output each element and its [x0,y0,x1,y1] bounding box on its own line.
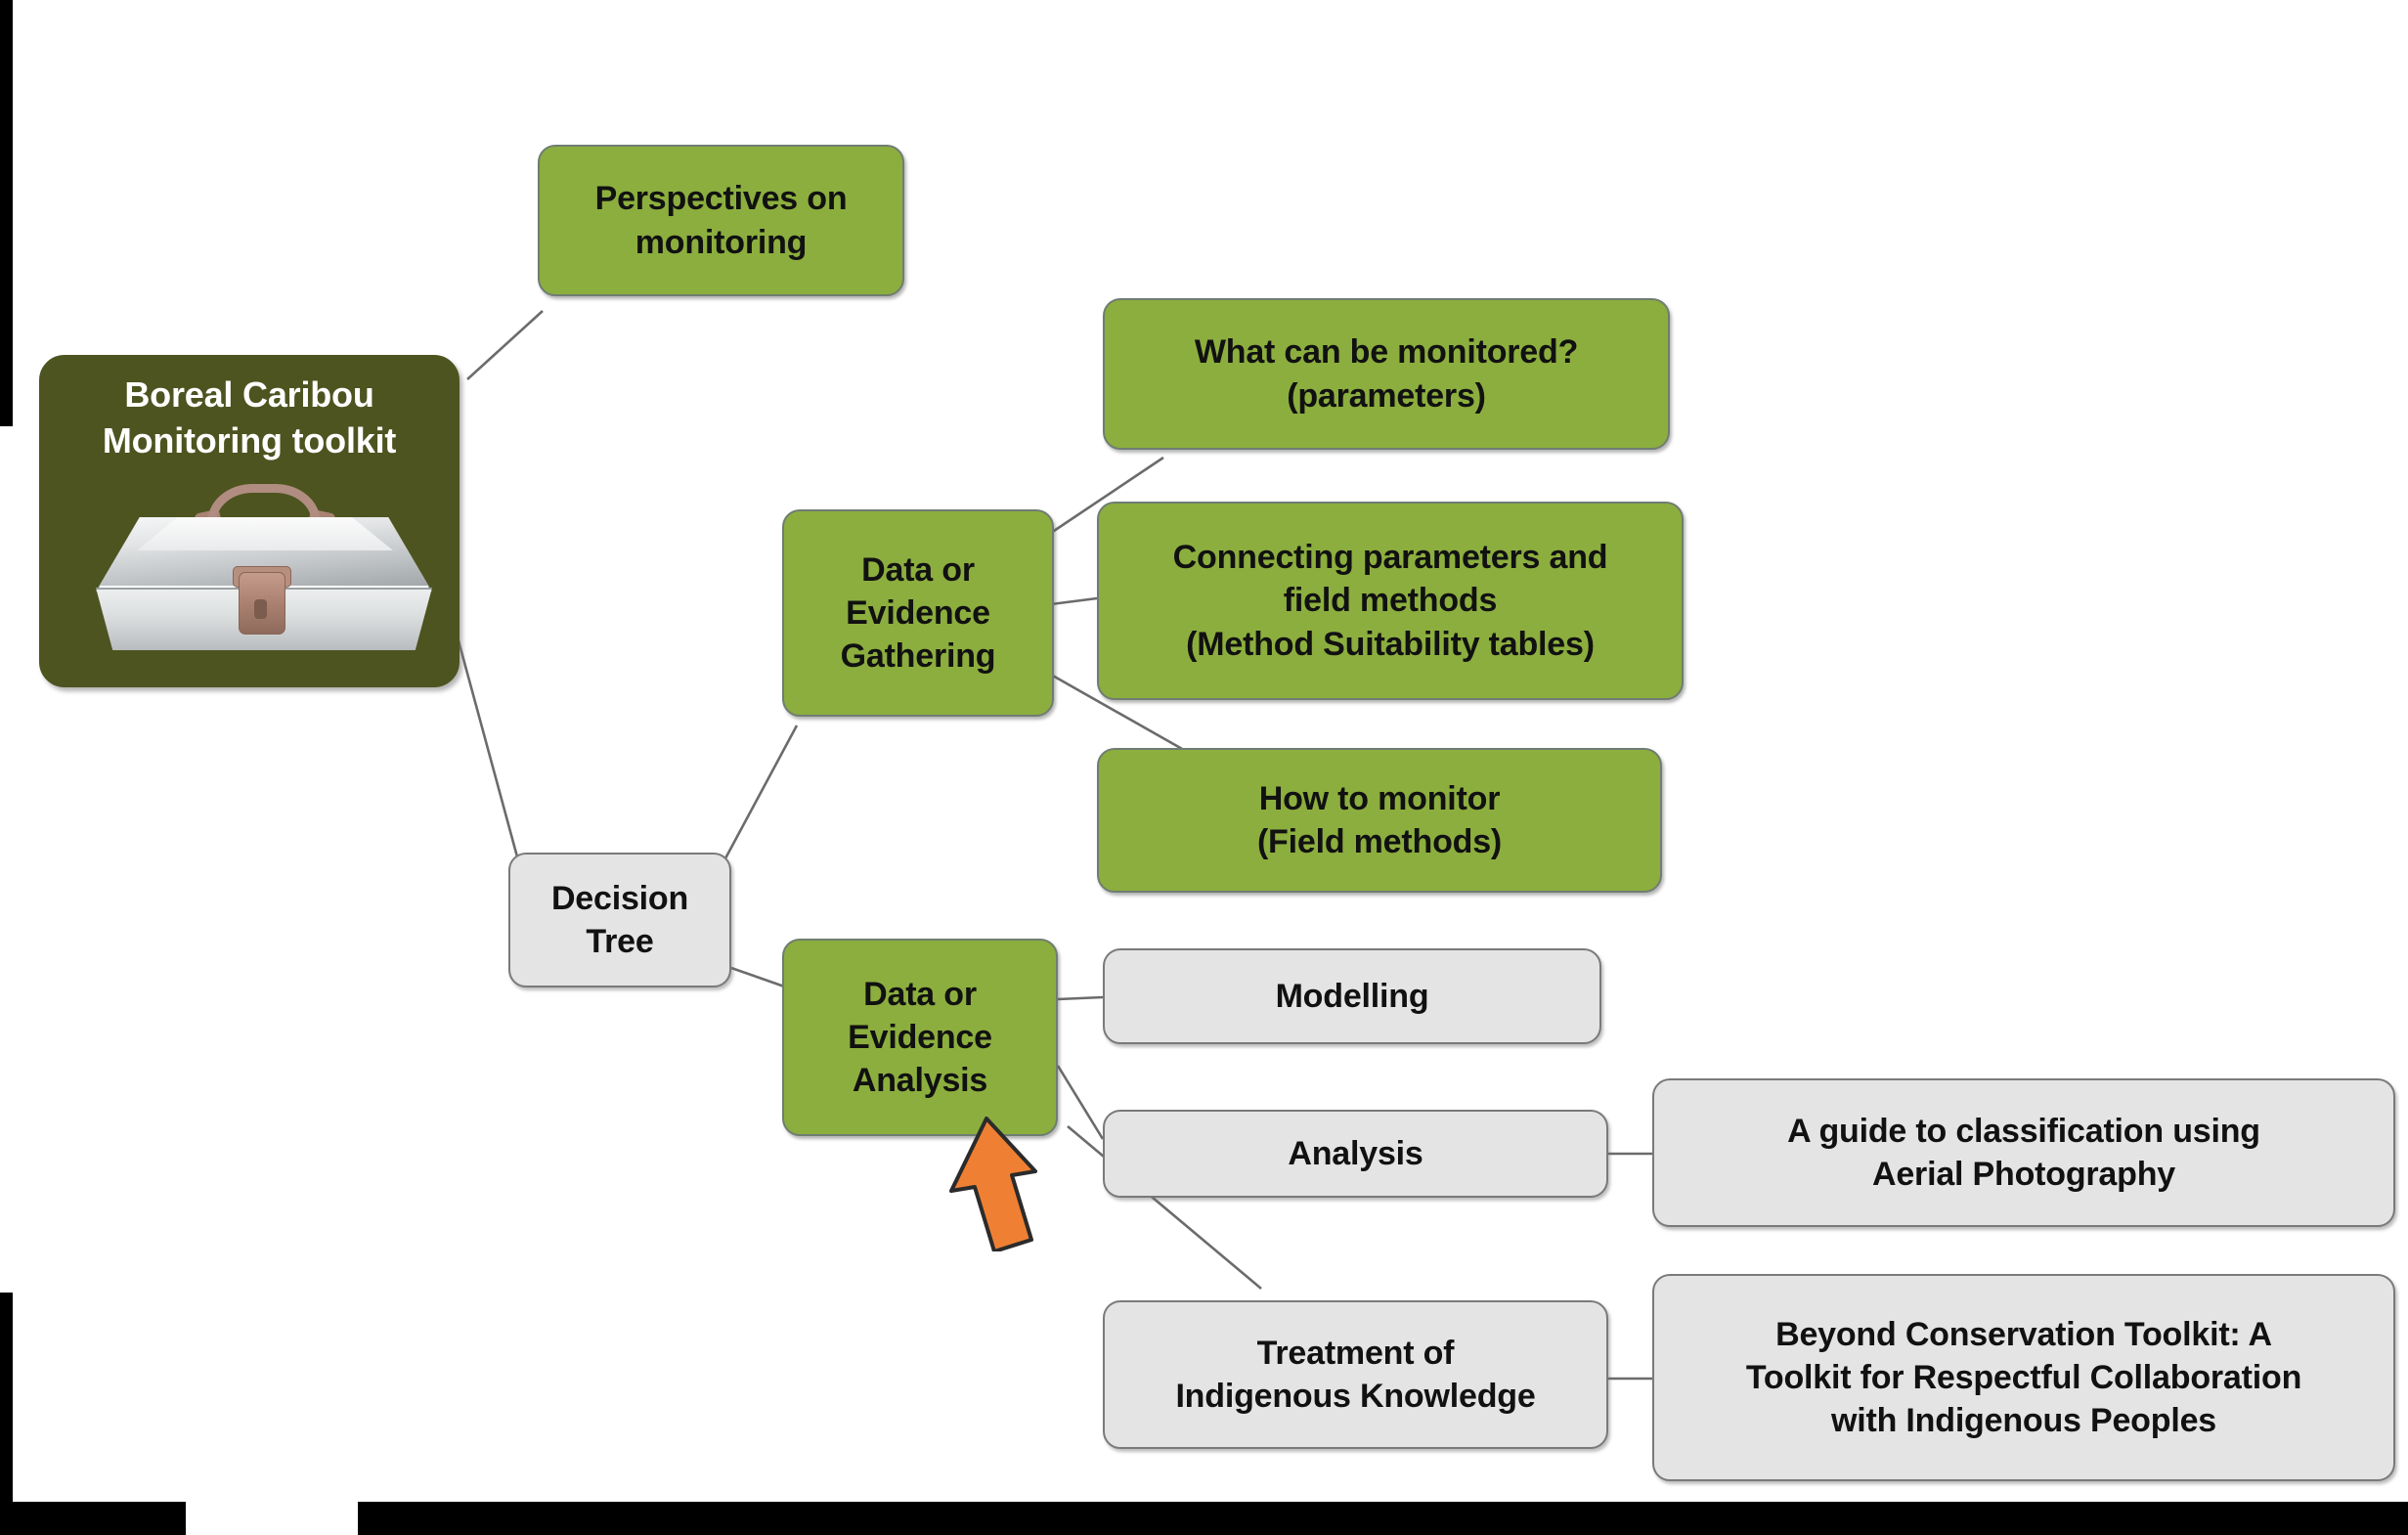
node-label-line: field methods [1283,582,1498,620]
left-edge-bar-bottom [0,1293,13,1510]
node-label-line: (Method Suitability tables) [1186,625,1595,663]
bottom-edge-bar-left [0,1502,186,1535]
node-label-line: Analysis [852,1062,988,1100]
node-label-line: Evidence [846,593,990,632]
node-perspectives-on-monitoring[interactable]: Perspectives on monitoring [538,145,904,314]
node-decision-tree[interactable]: Decision Tree [508,853,731,987]
bottom-edge-bar-right [358,1502,2408,1535]
node-label-line: Toolkit for Respectful Collaboration [1745,1358,2302,1396]
node-label-line: Connecting parameters and [1172,539,1608,577]
node-label-line: Gathering [840,637,996,676]
root-label-line2: Monitoring toolkit [102,419,397,460]
node-label-line: Indigenous Knowledge [1175,1378,1536,1415]
node-label-line: (Field methods) [1256,823,1503,860]
node-data-or-evidence-gathering[interactable]: Data or Evidence Gathering [782,509,1054,717]
node-beyond-conservation-toolkit[interactable]: Beyond Conservation Toolkit: A Toolkit f… [1652,1274,2395,1481]
node-label-line: Decision [550,879,689,917]
node-label-line: Data or [861,550,975,589]
node-label-line: A guide to classification using [1787,1112,2260,1150]
diagram-canvas: Boreal Caribou Monitoring toolkit Perspe… [0,0,2408,1535]
node-root-boreal-caribou-toolkit[interactable]: Boreal Caribou Monitoring toolkit [39,355,460,687]
node-analysis[interactable]: Analysis [1103,1110,1608,1198]
node-label-line: Beyond Conservation Toolkit: A [1775,1315,2272,1353]
node-label-line: Tree [586,923,654,960]
node-label-line: What can be monitored? [1194,333,1579,372]
node-modelling[interactable]: Modelling [1103,948,1601,1044]
node-data-or-evidence-analysis[interactable]: Data or Evidence Analysis [782,939,1058,1136]
left-edge-bar-top [0,0,13,426]
node-label-line: How to monitor [1258,779,1501,817]
node-label-line: Data or [863,975,977,1013]
node-label-line: with Indigenous Peoples [1831,1402,2216,1440]
node-treatment-of-indigenous-knowledge[interactable]: Treatment of Indigenous Knowledge [1103,1300,1608,1449]
node-aerial-photography-guide[interactable]: A guide to classification using Aerial P… [1652,1078,2395,1227]
node-label-line: Analysis [1288,1134,1423,1172]
node-label-line: monitoring [635,223,808,261]
root-label-line1: Boreal Caribou [124,374,374,415]
node-label-line: Aerial Photography [1871,1156,2175,1193]
node-how-to-monitor[interactable]: How to monitor (Field methods) [1097,748,1662,910]
node-label-line: Treatment of [1256,1334,1455,1372]
node-label-line: Modelling [1275,977,1429,1015]
toolbox-icon [78,482,450,650]
node-label-line: Evidence [848,1018,992,1056]
node-label-line: (parameters) [1287,376,1486,415]
node-what-can-be-monitored[interactable]: What can be monitored? (parameters) [1103,298,1670,467]
node-connecting-parameters-and-field-methods[interactable]: Connecting parameters and field methods … [1097,502,1684,718]
orange-up-arrow-icon [949,1117,1037,1251]
node-label-line: Perspectives on [594,180,848,218]
